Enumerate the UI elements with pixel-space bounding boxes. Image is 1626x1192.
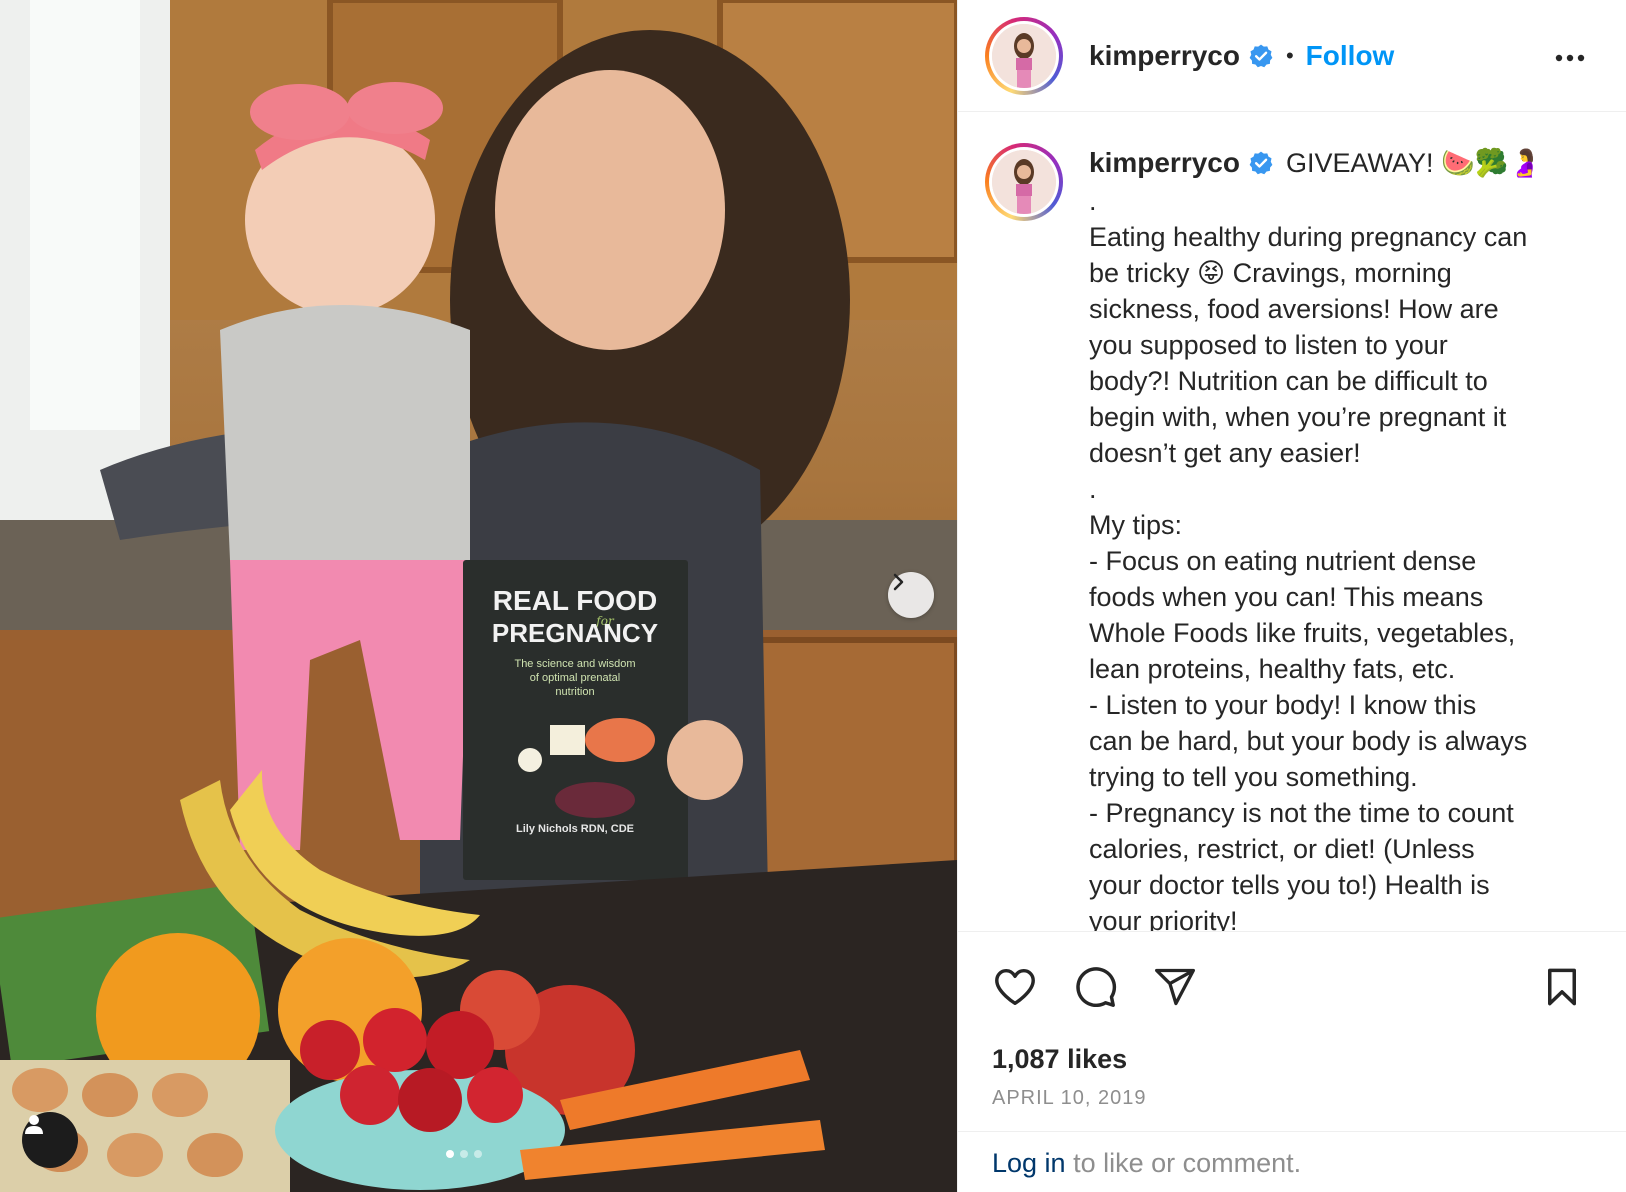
post-date: APRIL 10, 2019: [992, 1087, 1147, 1109]
woman-hand: [667, 720, 743, 800]
book-cheese: [550, 725, 585, 755]
login-text: Log in to like or comment.: [992, 1148, 1301, 1179]
book-subtitle-3: nutrition: [555, 686, 594, 698]
caption-line: .: [1089, 186, 1097, 216]
bookmark-icon: [1548, 968, 1576, 1006]
header-separator: •: [1285, 42, 1294, 68]
caption-line: your priority!: [1089, 906, 1238, 931]
like-button[interactable]: [990, 962, 1040, 1012]
caption-body: . Eating healthy during pregnancy can be t…: [1089, 183, 1569, 931]
caption-line: - Listen to your body! I know this: [1089, 690, 1477, 720]
comment-icon: [1076, 967, 1117, 1008]
woman-face: [495, 70, 725, 350]
book-author: Lily Nichols RDN, CDE: [516, 823, 634, 835]
avatar[interactable]: [985, 16, 1063, 95]
save-button[interactable]: [1537, 962, 1587, 1012]
login-rest: to like or comment.: [1065, 1148, 1302, 1178]
caption-line: body?! Nutrition can be difficult to: [1089, 366, 1488, 396]
book-berries: [555, 782, 635, 818]
caption-line: Eating healthy during pregnancy can: [1089, 222, 1528, 252]
caption-username[interactable]: kimperryco: [1089, 145, 1240, 181]
carousel-next-button[interactable]: [888, 572, 934, 618]
caption-line: lean proteins, healthy fats, etc.: [1089, 654, 1456, 684]
baby-shirt: [220, 305, 470, 560]
avatar-image: [992, 150, 1056, 214]
carousel-dot: [460, 1150, 468, 1158]
likes-count[interactable]: 1,087 likes: [992, 1044, 1127, 1075]
chevron-right-icon: [893, 573, 904, 591]
caption-line: foods when you can! This means: [1089, 582, 1484, 612]
tagged-users-button[interactable]: [22, 1112, 78, 1168]
follow-button[interactable]: Follow: [1306, 40, 1395, 72]
headband-bow-right: [347, 82, 443, 134]
login-prompt: Log in to like or comment.: [958, 1131, 1626, 1192]
post-header: kimperryco • Follow: [958, 0, 1626, 112]
book-title-1: REAL FOOD: [493, 585, 657, 616]
book-subtitle-1: The science and wisdom: [514, 658, 635, 670]
heart-icon: [995, 968, 1035, 1006]
caption-title: GIVEAWAY! 🍉🥦🤰: [1285, 148, 1542, 178]
caption-line: your doctor tells you to!) Health is: [1089, 870, 1490, 900]
carousel-indicator: [446, 1150, 482, 1158]
headband-bow-left: [250, 84, 350, 140]
carousel-dot: [474, 1150, 482, 1158]
post-photo[interactable]: REAL FOOD for PREGNANCY The science and …: [0, 0, 957, 1192]
caption-line: begin with, when you’re pregnant it: [1089, 402, 1507, 432]
caption-line: Whole Foods like fruits, vegetables,: [1089, 618, 1516, 648]
caption-line: can be hard, but your body is always: [1089, 726, 1528, 756]
more-horizontal-icon: [1555, 54, 1585, 62]
caption-line: trying to tell you something.: [1089, 762, 1418, 792]
caption-line: My tips:: [1089, 510, 1183, 540]
caption-line: be tricky 😝 Cravings, morning: [1089, 258, 1452, 288]
caption-line: - Pregnancy is not the time to count: [1089, 798, 1514, 828]
book-salmon: [585, 718, 655, 762]
book-egg: [518, 748, 542, 772]
post-details-panel: kimperryco • Follow kimperryco GIVEAWAY!…: [957, 0, 1626, 1192]
caption-line: sickness, food aversions! How are: [1089, 294, 1499, 324]
comment-button[interactable]: [1070, 962, 1120, 1012]
header-username[interactable]: kimperryco: [1089, 40, 1240, 72]
caption-line: - Focus on eating nutrient dense: [1089, 546, 1477, 576]
verified-badge-icon: [1248, 43, 1274, 69]
carousel-dot: [446, 1150, 454, 1158]
caption-section[interactable]: kimperryco GIVEAWAY! 🍉🥦🤰 . Eating healthy…: [958, 113, 1626, 931]
caption-line: calories, restrict, or diet! (Unless: [1089, 834, 1475, 864]
login-link[interactable]: Log in: [992, 1148, 1066, 1178]
book-subtitle-2: of optimal prenatal: [530, 672, 621, 684]
user-icon: [25, 1115, 43, 1134]
photo-illustration: REAL FOOD for PREGNANCY The science and …: [0, 0, 957, 1192]
caption-line: doesn’t get any easier!: [1089, 438, 1361, 468]
avatar-image: [992, 23, 1056, 88]
post-actions: 1,087 likes APRIL 10, 2019: [958, 931, 1626, 1131]
caption-text: kimperryco GIVEAWAY! 🍉🥦🤰 . Eating healthy…: [1089, 143, 1569, 931]
caption-line: .: [1089, 474, 1097, 504]
caption-line: you supposed to listen to your: [1089, 330, 1448, 360]
book-title-2: PREGNANCY: [492, 618, 658, 648]
window-pane: [30, 0, 140, 430]
share-button[interactable]: [1150, 962, 1200, 1012]
share-icon: [1155, 968, 1195, 1006]
caption-avatar[interactable]: [985, 143, 1063, 221]
more-options-button[interactable]: [1552, 40, 1588, 81]
verified-badge-icon: [1248, 150, 1274, 176]
